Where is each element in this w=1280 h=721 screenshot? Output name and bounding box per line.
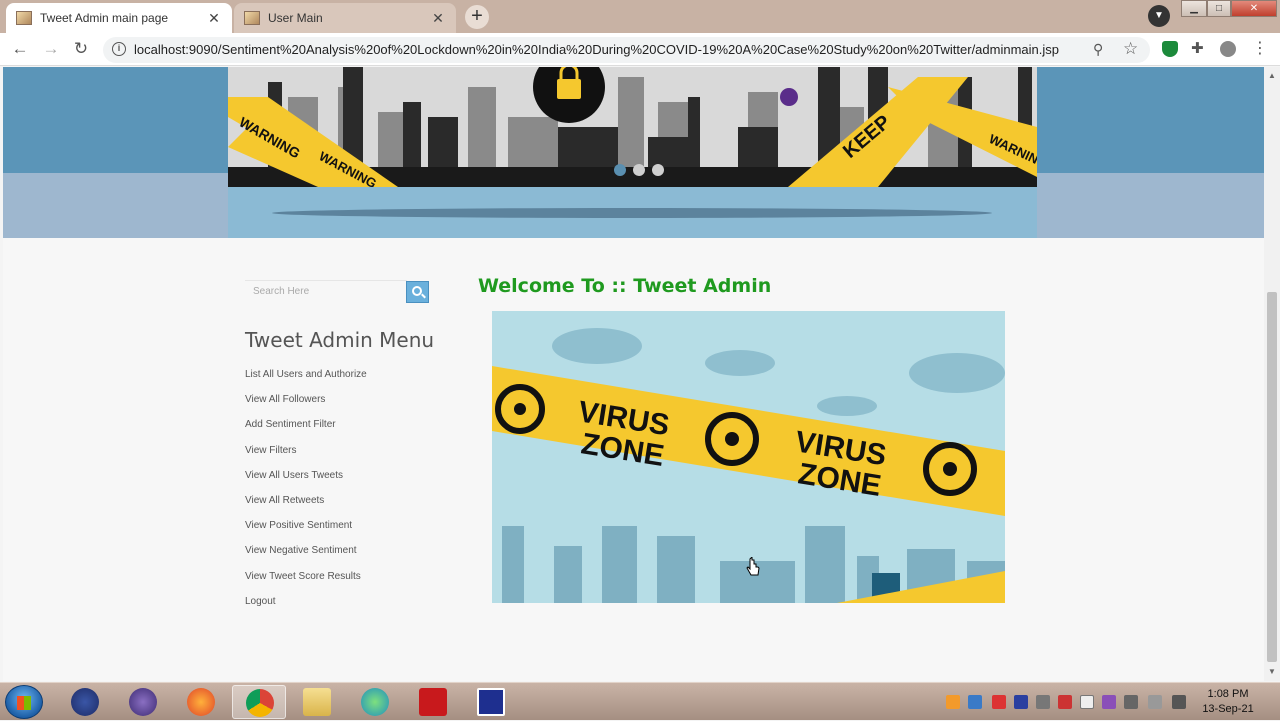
globe-icon	[361, 688, 389, 716]
menu-item-followers[interactable]: View All Followers	[245, 394, 367, 419]
star-icon[interactable]: ☆	[1123, 39, 1138, 59]
tab-close-icon[interactable]: ✕	[430, 10, 446, 27]
tab-title: Tweet Admin main page	[40, 11, 169, 25]
info-icon[interactable]: i	[112, 42, 126, 56]
page-favicon-icon	[244, 11, 260, 25]
page-favicon-icon	[16, 11, 32, 25]
menu-item-list-users[interactable]: List All Users and Authorize	[245, 369, 367, 394]
tab-search-icon[interactable]: ▼	[1148, 5, 1170, 27]
hand-cursor-icon	[746, 557, 760, 576]
tab-user-main[interactable]: User Main ✕	[234, 3, 456, 33]
menu-item-add-filter[interactable]: Add Sentiment Filter	[245, 419, 367, 444]
zoom-icon[interactable]: ⚲	[1093, 41, 1103, 58]
scrollbar-thumb[interactable]	[1267, 292, 1277, 662]
page-title: Welcome To :: Tweet Admin	[478, 275, 772, 297]
scroll-up-icon[interactable]: ▲	[1268, 71, 1276, 80]
firefox-icon	[187, 688, 215, 716]
chrome-icon	[246, 689, 274, 717]
tab-title: User Main	[268, 11, 323, 25]
windows-start-button[interactable]	[5, 685, 43, 719]
taskbar-app-eclipse[interactable]	[58, 685, 112, 719]
network-icon[interactable]	[1148, 695, 1162, 709]
tab-close-icon[interactable]: ✕	[206, 10, 222, 27]
menu-item-logout[interactable]: Logout	[245, 596, 367, 621]
page-scrollbar[interactable]: ▲ ▼	[1264, 67, 1280, 681]
maximize-button[interactable]: □	[1207, 0, 1231, 17]
account-icon[interactable]	[1220, 41, 1236, 57]
menu-item-score-results[interactable]: View Tweet Score Results	[245, 571, 367, 596]
app-window-icon	[477, 688, 505, 716]
shield-extension-icon[interactable]	[1162, 41, 1178, 57]
page-viewport: WARNING WARNING KEEP WARNING Tweet Admin…	[3, 67, 1264, 681]
taskbar-app-eclipse-2[interactable]	[116, 685, 170, 719]
eclipse-purple-icon	[129, 688, 157, 716]
address-url[interactable]: localhost:9090/Sentiment%20Analysis%20of…	[134, 42, 1059, 57]
window-close-button[interactable]: ✕	[1231, 0, 1277, 17]
taskbar-app-chrome[interactable]	[232, 685, 286, 719]
menu-title: Tweet Admin Menu	[245, 328, 435, 352]
show-desktop-icon[interactable]	[1172, 695, 1186, 709]
tray-icon[interactable]	[992, 695, 1006, 709]
taskbar-app-acrobat[interactable]	[406, 685, 460, 719]
taskbar-app-explorer[interactable]	[290, 685, 344, 719]
forward-icon[interactable]: →	[40, 39, 62, 61]
taskbar-app-tool[interactable]	[464, 685, 518, 719]
pdf-icon	[419, 688, 447, 716]
tray-icon[interactable]	[968, 695, 982, 709]
taskbar-app-network[interactable]	[348, 685, 402, 719]
new-tab-button[interactable]: +	[465, 5, 489, 29]
taskbar: 1:08 PM 13-Sep-21	[0, 682, 1280, 720]
clock-time: 1:08 PM	[1207, 688, 1249, 700]
search-input[interactable]	[245, 280, 407, 302]
clock-date: 13-Sep-21	[1202, 703, 1254, 715]
tray-icon[interactable]	[1058, 695, 1072, 709]
minimize-button[interactable]: ▁	[1181, 0, 1207, 17]
tray-icon[interactable]	[946, 695, 960, 709]
tray-icon[interactable]	[1102, 695, 1116, 709]
back-icon[interactable]: ←	[9, 39, 31, 61]
admin-menu: List All Users and Authorize View All Fo…	[245, 369, 367, 621]
volume-icon[interactable]	[1124, 695, 1138, 709]
browser-toolbar: ← → ↻ i localhost:9090/Sentiment%20Analy…	[0, 33, 1280, 66]
menu-item-positive[interactable]: View Positive Sentiment	[245, 520, 367, 545]
folder-icon	[303, 688, 331, 716]
scroll-down-icon[interactable]: ▼	[1268, 667, 1276, 676]
tray-icon[interactable]	[1014, 695, 1028, 709]
extension-icon[interactable]: ✚	[1191, 39, 1207, 57]
windows-start-icon	[17, 696, 31, 710]
address-bar[interactable]: i localhost:9090/Sentiment%20Analysis%20…	[103, 37, 1150, 63]
header-banner-image: WARNING WARNING KEEP WARNING	[228, 67, 1037, 238]
tray-icon[interactable]	[1036, 695, 1050, 709]
flag-icon[interactable]	[1080, 695, 1094, 709]
menu-item-user-tweets[interactable]: View All Users Tweets	[245, 470, 367, 495]
taskbar-app-firefox[interactable]	[174, 685, 228, 719]
reload-icon[interactable]: ↻	[70, 39, 92, 61]
menu-item-negative[interactable]: View Negative Sentiment	[245, 545, 367, 570]
menu-item-retweets[interactable]: View All Retweets	[245, 495, 367, 520]
search-button[interactable]	[406, 281, 429, 303]
eclipse-icon	[71, 688, 99, 716]
menu-item-view-filters[interactable]: View Filters	[245, 445, 367, 470]
taskbar-clock[interactable]: 1:08 PM 13-Sep-21	[1196, 687, 1260, 717]
menu-icon[interactable]: ⋮	[1252, 38, 1268, 57]
tab-strip: Tweet Admin main page ✕ User Main ✕ + ▼ …	[0, 0, 1280, 33]
tab-tweet-admin[interactable]: Tweet Admin main page ✕	[6, 3, 232, 33]
